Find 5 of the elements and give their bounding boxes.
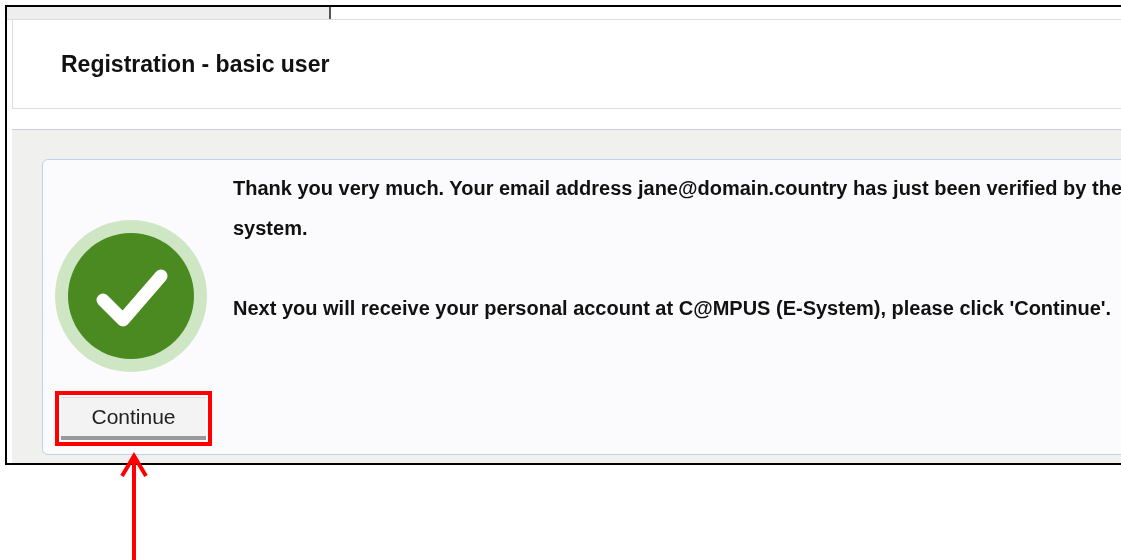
message-text: Thank you very much. Your email address jane@domain.country has just been verified by the system.	[233, 176, 1121, 241]
checkmark-icon	[55, 220, 207, 372]
continue-button[interactable]: Continue	[61, 397, 206, 440]
page-title: Registration - basic user	[61, 50, 330, 78]
message-text: Next you will receive your personal account at C@MPUS (E-System), please click 'Continue'.	[233, 296, 1113, 321]
